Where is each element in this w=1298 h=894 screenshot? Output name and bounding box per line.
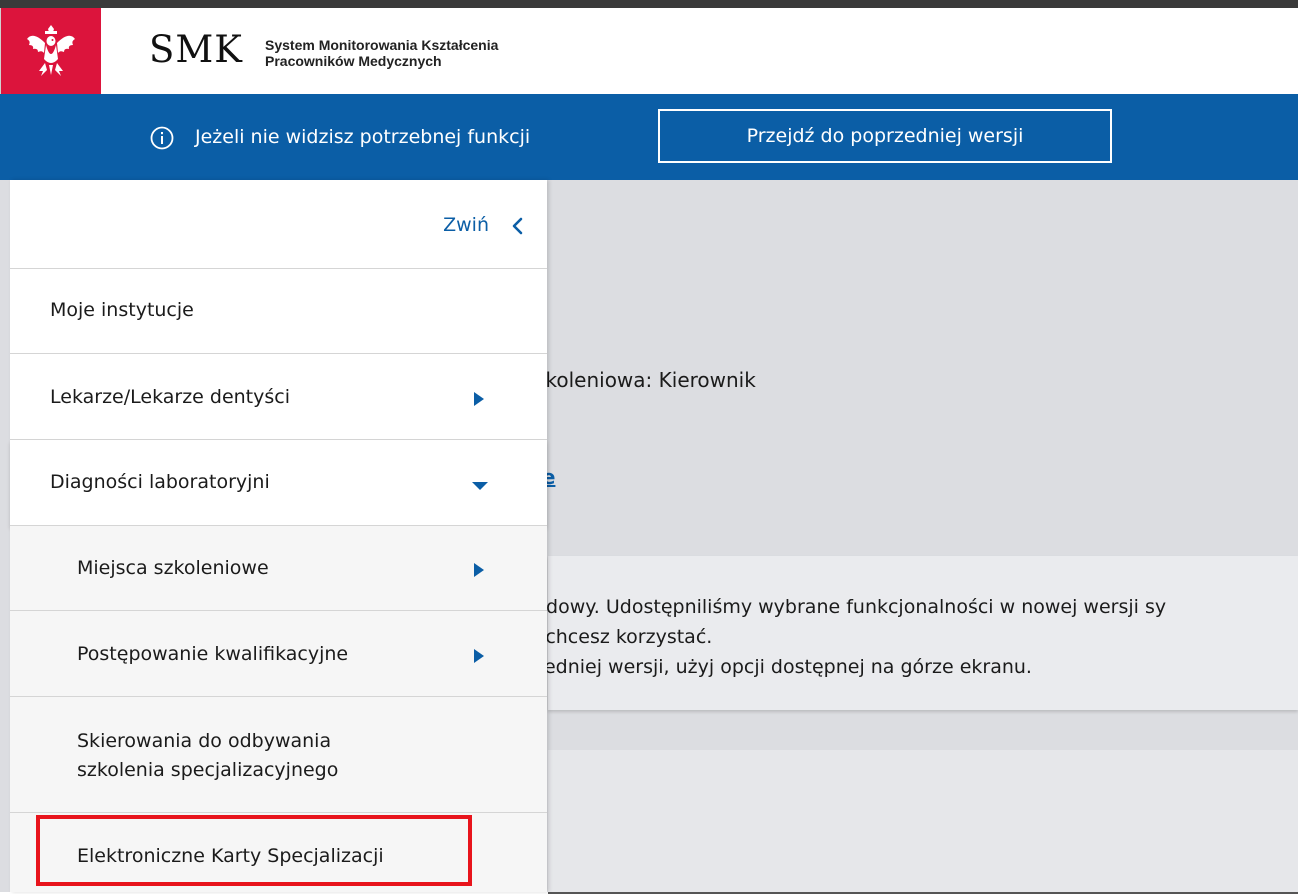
caret-right-icon	[474, 563, 484, 577]
notice-line-1: udowy. Udostępniliśmy wybrane funkcjonal…	[534, 596, 1167, 618]
sidebar-item-label-line2: szkolenia specjalizacyjnego	[77, 759, 339, 781]
notice-line-2: j chcesz korzystać.	[534, 626, 713, 648]
app-header: SMK System Monitorowania Kształcenia Pra…	[0, 8, 1298, 94]
app-subtitle-line2: Pracowników Medycznych	[265, 53, 442, 69]
sidebar-item-label: Moje instytucje	[50, 299, 194, 321]
caret-down-icon	[472, 482, 488, 490]
app-subtitle-line1: System Monitorowania Kształcenia	[265, 37, 499, 53]
collapse-sidebar-button[interactable]: Zwiń	[10, 180, 547, 269]
sidebar-item-label-line1: Skierowania do odbywania	[77, 730, 332, 752]
sidebar-item-skierowania[interactable]: Skierowania do odbywania szkolenia specj…	[10, 697, 547, 813]
app-logo: SMK	[149, 28, 243, 71]
sidebar-item-label: Postępowanie kwalifikacyjne	[77, 643, 349, 665]
highlight-box	[36, 815, 472, 886]
sidebar-item-moje-instytucje[interactable]: Moje instytucje	[10, 268, 547, 354]
previous-version-button[interactable]: Przejdź do poprzedniej wersji	[658, 109, 1112, 163]
window-top-border	[0, 0, 1298, 8]
training-unit-role: zkoleniowa: Kierownik	[535, 368, 756, 392]
caret-right-icon	[474, 649, 484, 663]
sidebar-item-label: Diagności laboratoryjni	[50, 471, 270, 493]
sidebar-item-label: Miejsca szkoleniowe	[77, 557, 269, 579]
notice-line-3: zedniej wersji, użyj opcji dostępnej na …	[534, 656, 1032, 678]
notice-panel: udowy. Udostępniliśmy wybrane funkcjonal…	[534, 556, 1298, 710]
emblem	[1, 8, 101, 94]
sidebar-item-postepowanie-kwalifikacyjne[interactable]: Postępowanie kwalifikacyjne	[10, 611, 547, 697]
app-subtitle: System Monitorowania Kształcenia Pracown…	[265, 37, 498, 69]
collapse-label: Zwiń	[443, 214, 489, 236]
sidebar-item-miejsca-szkoleniowe[interactable]: Miejsca szkoleniowe	[10, 526, 547, 611]
chevron-left-icon	[512, 217, 523, 235]
caret-right-icon	[474, 392, 484, 406]
sidebar-item-diagnosci[interactable]: Diagności laboratoryjni	[10, 440, 547, 526]
sidebar-item-label: Lekarze/Lekarze dentyści	[50, 386, 291, 408]
sidebar-menu: Zwiń Moje instytucje Lekarze/Lekarze den…	[10, 180, 547, 892]
info-circle-icon	[150, 126, 174, 150]
info-banner: Jeżeli nie widzisz potrzebnej funkcji Pr…	[0, 94, 1298, 180]
content-panel	[548, 750, 1298, 894]
banner-text: Jeżeli nie widzisz potrzebnej funkcji	[195, 126, 531, 148]
polish-eagle-emblem-icon	[27, 25, 75, 76]
sidebar-item-lekarze[interactable]: Lekarze/Lekarze dentyści	[10, 354, 547, 440]
